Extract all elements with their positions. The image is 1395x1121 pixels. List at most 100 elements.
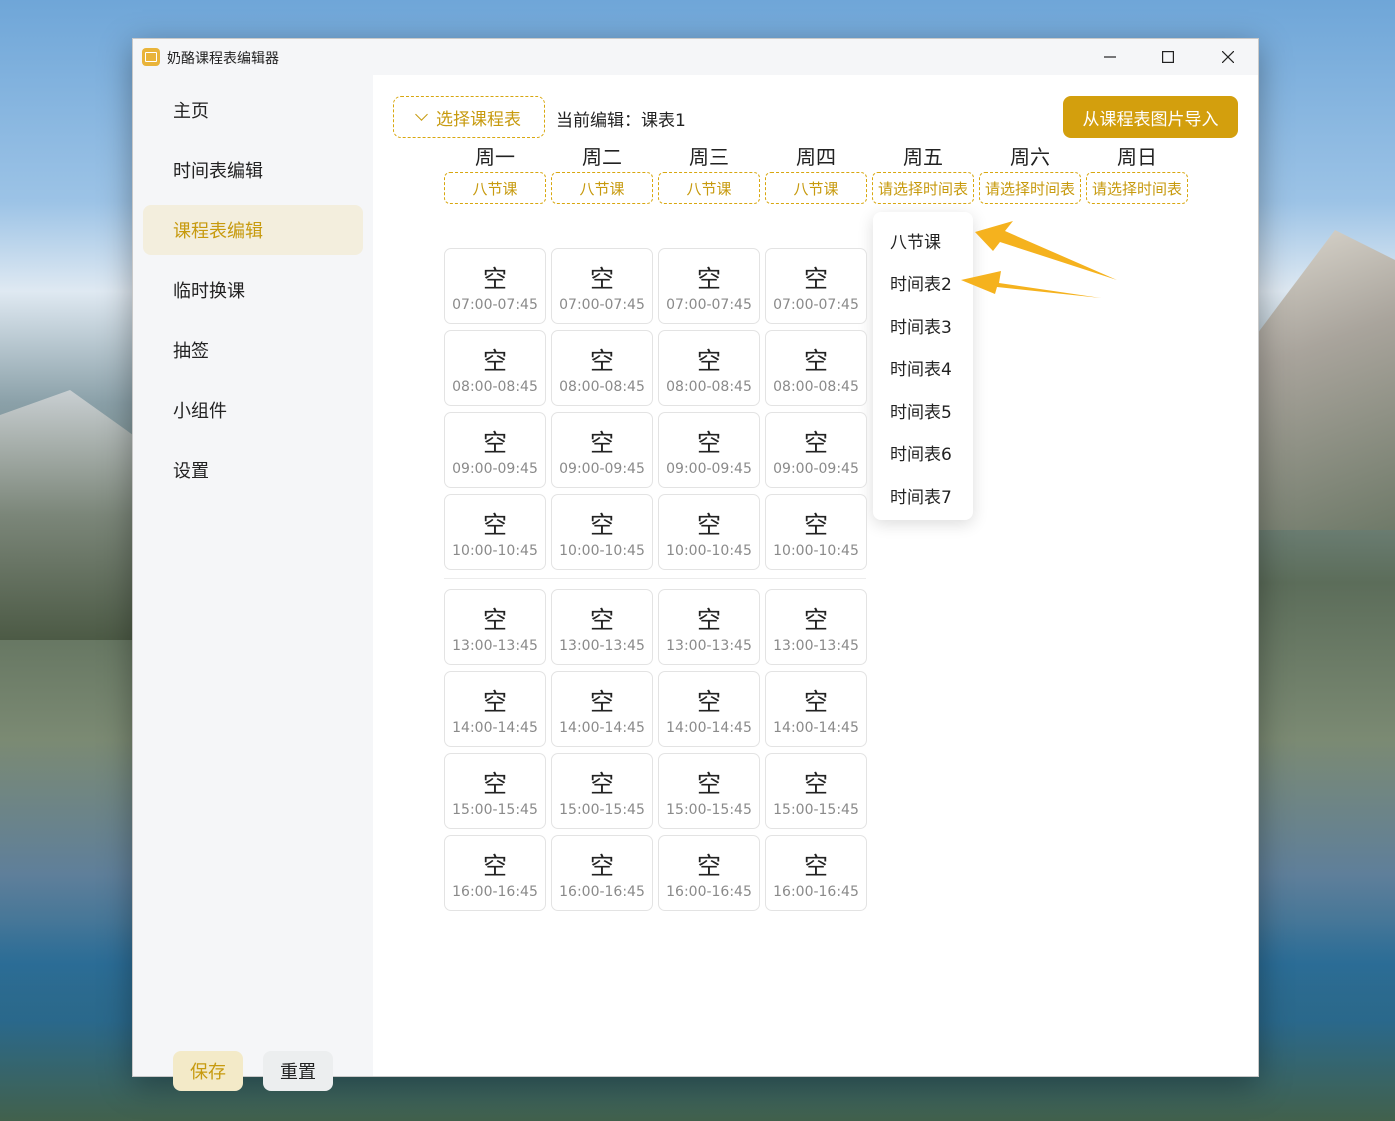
sidebar-item-home[interactable]: 主页 bbox=[143, 85, 363, 135]
course-time: 16:00-16:45 bbox=[666, 884, 752, 900]
course-name: 空 bbox=[590, 688, 614, 716]
dropdown-option[interactable]: 时间表7 bbox=[873, 475, 973, 515]
course-cell[interactable]: 空 16:00-16:45 bbox=[551, 835, 653, 911]
reset-button[interactable]: 重置 bbox=[263, 1051, 333, 1091]
course-cell[interactable]: 空 09:00-09:45 bbox=[765, 412, 867, 488]
course-cell[interactable]: 空 08:00-08:45 bbox=[658, 330, 760, 406]
course-time: 14:00-14:45 bbox=[452, 720, 538, 736]
course-cell[interactable]: 空 08:00-08:45 bbox=[765, 330, 867, 406]
maximize-button[interactable] bbox=[1139, 39, 1197, 75]
course-cell[interactable]: 空 13:00-13:45 bbox=[444, 589, 546, 665]
calendar-icon bbox=[142, 48, 160, 66]
course-name: 空 bbox=[804, 511, 828, 539]
sidebar-item-lottery[interactable]: 抽签 bbox=[143, 325, 363, 375]
course-time: 09:00-09:45 bbox=[666, 461, 752, 477]
course-cell[interactable]: 空 15:00-15:45 bbox=[444, 753, 546, 829]
timetable-selector[interactable]: 八节课 bbox=[444, 172, 546, 204]
course-cell[interactable]: 空 08:00-08:45 bbox=[444, 330, 546, 406]
timetable-selector[interactable]: 八节课 bbox=[551, 172, 653, 204]
course-time: 13:00-13:45 bbox=[773, 638, 859, 654]
course-cell[interactable]: 空 14:00-14:45 bbox=[765, 671, 867, 747]
course-cell[interactable]: 空 15:00-15:45 bbox=[551, 753, 653, 829]
course-time: 15:00-15:45 bbox=[559, 802, 645, 818]
day-header: 周二 bbox=[582, 145, 622, 169]
course-cell[interactable]: 空 16:00-16:45 bbox=[444, 835, 546, 911]
course-cell[interactable]: 空 07:00-07:45 bbox=[658, 248, 760, 324]
sidebar-item-label: 抽签 bbox=[173, 341, 209, 362]
course-cell[interactable]: 空 15:00-15:45 bbox=[765, 753, 867, 829]
day-header: 周三 bbox=[689, 145, 729, 169]
background-mountain-left bbox=[0, 390, 140, 640]
course-cell[interactable]: 空 14:00-14:45 bbox=[658, 671, 760, 747]
course-name: 空 bbox=[590, 347, 614, 375]
sidebar-item-temp-swap[interactable]: 临时换课 bbox=[143, 265, 363, 315]
course-cell[interactable]: 空 10:00-10:45 bbox=[551, 494, 653, 570]
timetable-selector[interactable]: 请选择时间表 bbox=[979, 172, 1081, 204]
sidebar-item-label: 小组件 bbox=[173, 401, 227, 422]
course-cell[interactable]: 空 07:00-07:45 bbox=[551, 248, 653, 324]
sidebar-item-schedule-edit[interactable]: 课程表编辑 bbox=[143, 205, 363, 255]
timetable-selector[interactable]: 请选择时间表 bbox=[1086, 172, 1188, 204]
background-mountain-right bbox=[1245, 230, 1395, 530]
course-time: 09:00-09:45 bbox=[773, 461, 859, 477]
timetable-selector[interactable]: 请选择时间表 bbox=[872, 172, 974, 204]
course-cell[interactable]: 空 09:00-09:45 bbox=[444, 412, 546, 488]
course-time: 13:00-13:45 bbox=[559, 638, 645, 654]
course-time: 07:00-07:45 bbox=[452, 297, 538, 313]
sidebar-item-widgets[interactable]: 小组件 bbox=[143, 385, 363, 435]
course-time: 09:00-09:45 bbox=[452, 461, 538, 477]
course-name: 空 bbox=[697, 429, 721, 457]
course-cell[interactable]: 空 13:00-13:45 bbox=[551, 589, 653, 665]
course-cell[interactable]: 空 07:00-07:45 bbox=[444, 248, 546, 324]
course-time: 14:00-14:45 bbox=[666, 720, 752, 736]
main-content: 选择课程表 当前编辑：课表1 从课程表图片导入 八节课 时间表2 时间表3 时间表4 时… bbox=[373, 75, 1258, 1076]
sidebar-item-label: 主页 bbox=[173, 101, 209, 122]
minimize-button[interactable] bbox=[1081, 39, 1139, 75]
course-cell[interactable]: 空 16:00-16:45 bbox=[658, 835, 760, 911]
sidebar-item-settings[interactable]: 设置 bbox=[143, 445, 363, 495]
course-cell[interactable]: 空 10:00-10:45 bbox=[658, 494, 760, 570]
course-name: 空 bbox=[590, 511, 614, 539]
course-cell[interactable]: 空 13:00-13:45 bbox=[658, 589, 760, 665]
course-name: 空 bbox=[590, 429, 614, 457]
day-header: 周日 bbox=[1117, 145, 1157, 169]
course-name: 空 bbox=[804, 265, 828, 293]
course-time: 08:00-08:45 bbox=[559, 379, 645, 395]
course-name: 空 bbox=[697, 688, 721, 716]
course-cell[interactable]: 空 07:00-07:45 bbox=[765, 248, 867, 324]
course-cell[interactable]: 空 10:00-10:45 bbox=[765, 494, 867, 570]
course-cell[interactable]: 空 14:00-14:45 bbox=[551, 671, 653, 747]
course-time: 07:00-07:45 bbox=[559, 297, 645, 313]
course-time: 10:00-10:45 bbox=[773, 543, 859, 559]
course-time: 14:00-14:45 bbox=[773, 720, 859, 736]
sidebar-item-timetable-edit[interactable]: 时间表编辑 bbox=[143, 145, 363, 195]
course-time: 10:00-10:45 bbox=[559, 543, 645, 559]
course-cell[interactable]: 空 13:00-13:45 bbox=[765, 589, 867, 665]
course-name: 空 bbox=[804, 770, 828, 798]
course-time: 09:00-09:45 bbox=[559, 461, 645, 477]
course-time: 15:00-15:45 bbox=[773, 802, 859, 818]
sidebar-item-label: 临时换课 bbox=[173, 281, 245, 302]
course-name: 空 bbox=[590, 606, 614, 634]
timetable-selector[interactable]: 八节课 bbox=[765, 172, 867, 204]
minimize-icon bbox=[1104, 56, 1116, 58]
close-button[interactable] bbox=[1199, 39, 1257, 75]
course-cell[interactable]: 空 15:00-15:45 bbox=[658, 753, 760, 829]
course-cell[interactable]: 空 16:00-16:45 bbox=[765, 835, 867, 911]
save-button[interactable]: 保存 bbox=[173, 1051, 243, 1091]
course-name: 空 bbox=[483, 606, 507, 634]
course-time: 15:00-15:45 bbox=[452, 802, 538, 818]
app-window: 奶酪课程表编辑器 主页 时间表编辑 课程表编辑 临时换课 抽签 小组件 设置 保… bbox=[132, 38, 1259, 1091]
course-time: 13:00-13:45 bbox=[666, 638, 752, 654]
course-name: 空 bbox=[804, 606, 828, 634]
course-cell[interactable]: 空 14:00-14:45 bbox=[444, 671, 546, 747]
maximize-icon bbox=[1162, 51, 1174, 63]
course-cell[interactable]: 空 10:00-10:45 bbox=[444, 494, 546, 570]
course-cell[interactable]: 空 09:00-09:45 bbox=[658, 412, 760, 488]
course-cell[interactable]: 空 08:00-08:45 bbox=[551, 330, 653, 406]
course-name: 空 bbox=[697, 606, 721, 634]
timetable-selector[interactable]: 八节课 bbox=[658, 172, 760, 204]
day-header: 周五 bbox=[903, 145, 943, 169]
course-cell[interactable]: 空 09:00-09:45 bbox=[551, 412, 653, 488]
day-header: 周一 bbox=[475, 145, 515, 169]
